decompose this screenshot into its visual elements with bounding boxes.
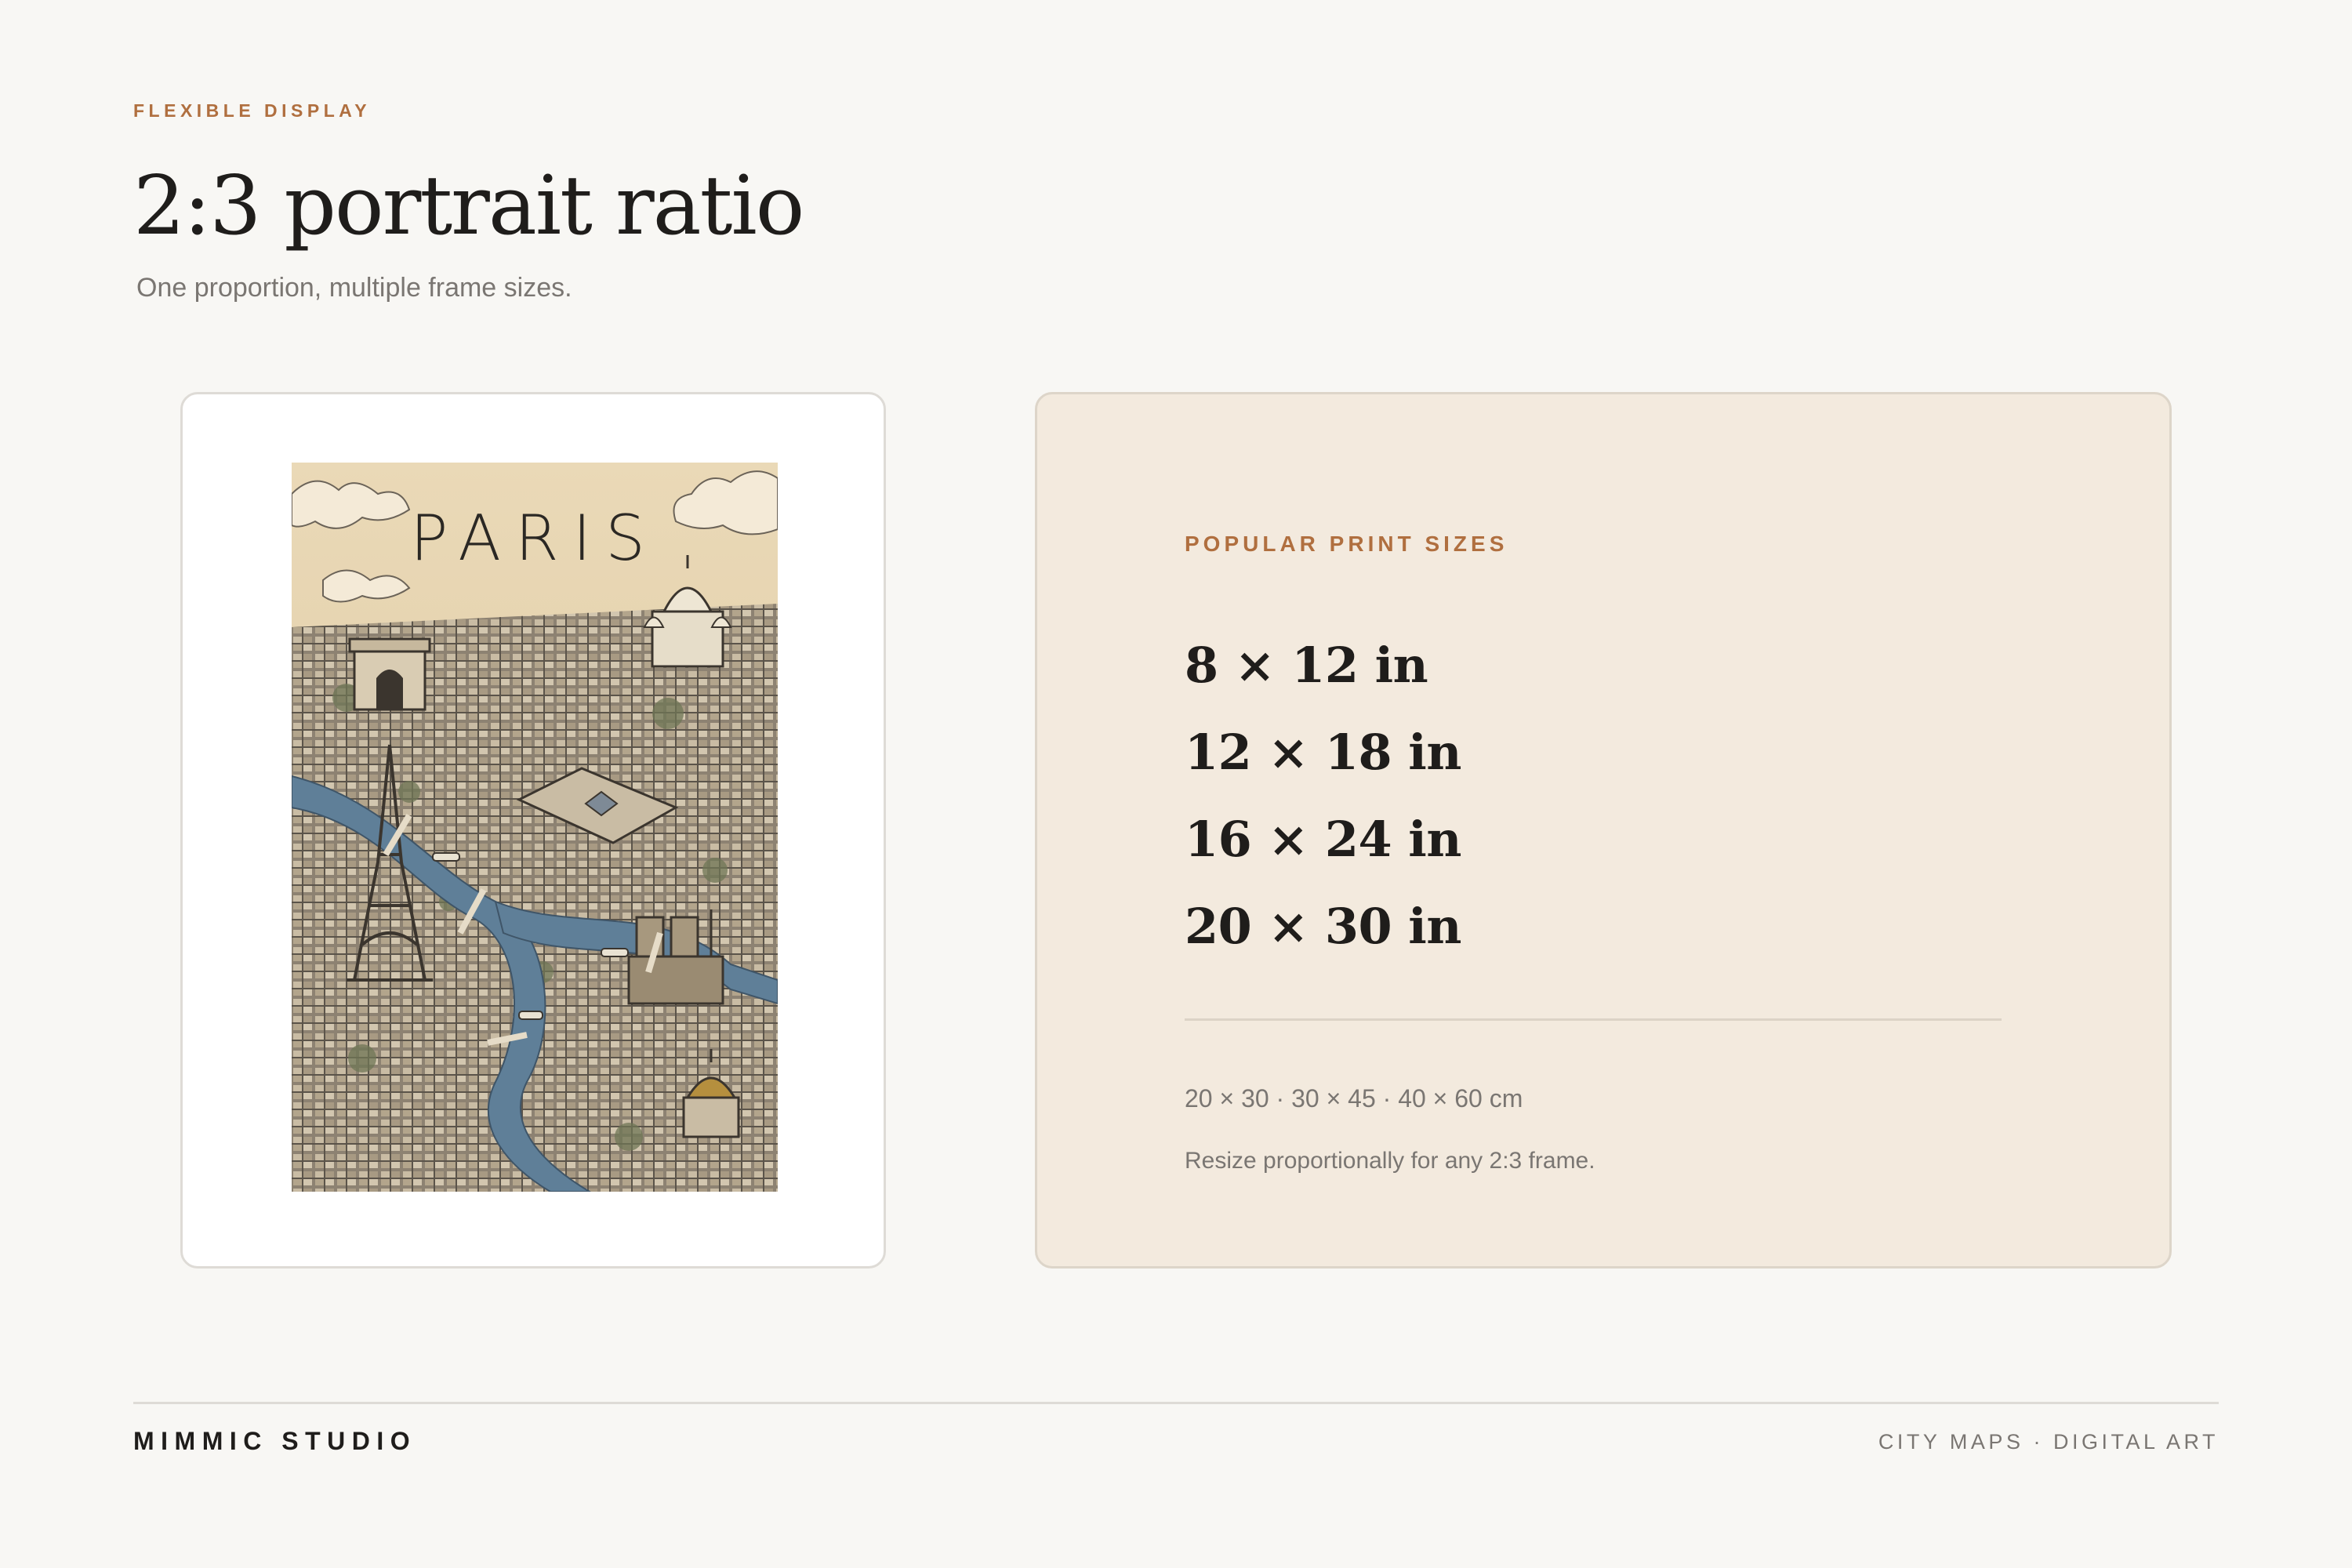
print-sizes-label: POPULAR PRINT SIZES: [1185, 532, 1508, 556]
brand-name: MIMMIC STUDIO: [133, 1427, 417, 1455]
page-title: 2:3 portrait ratio: [133, 158, 804, 253]
resize-note: Resize proportionally for any 2:3 frame.: [1185, 1148, 1595, 1174]
footer-tagline: CITY MAPS · DIGITAL ART: [1878, 1430, 2219, 1454]
eyebrow-label: FLEXIBLE DISPLAY: [133, 100, 372, 121]
print-size-item: 20 × 30 in: [1185, 898, 1461, 955]
metric-sizes: 20 × 30 · 30 × 45 · 40 × 60 cm: [1185, 1084, 1523, 1112]
page-subtitle: One proportion, multiple frame sizes.: [136, 273, 572, 303]
card-divider: [1185, 1018, 2002, 1021]
print-size-item: 16 × 24 in: [1185, 811, 1461, 868]
print-sizes-card: POPULAR PRINT SIZES 8 × 12 in 12 × 18 in…: [1035, 392, 2172, 1269]
print-sizes-list: 8 × 12 in 12 × 18 in 16 × 24 in 20 × 30 …: [1185, 622, 1461, 970]
poster-artwork: PARIS: [292, 463, 778, 1192]
print-size-item: 12 × 18 in: [1185, 724, 1461, 781]
print-size-item: 8 × 12 in: [1185, 637, 1428, 694]
poster-title: PARIS: [410, 502, 659, 575]
frame-card: PARIS: [180, 392, 886, 1269]
footer-divider: [133, 1402, 2219, 1404]
